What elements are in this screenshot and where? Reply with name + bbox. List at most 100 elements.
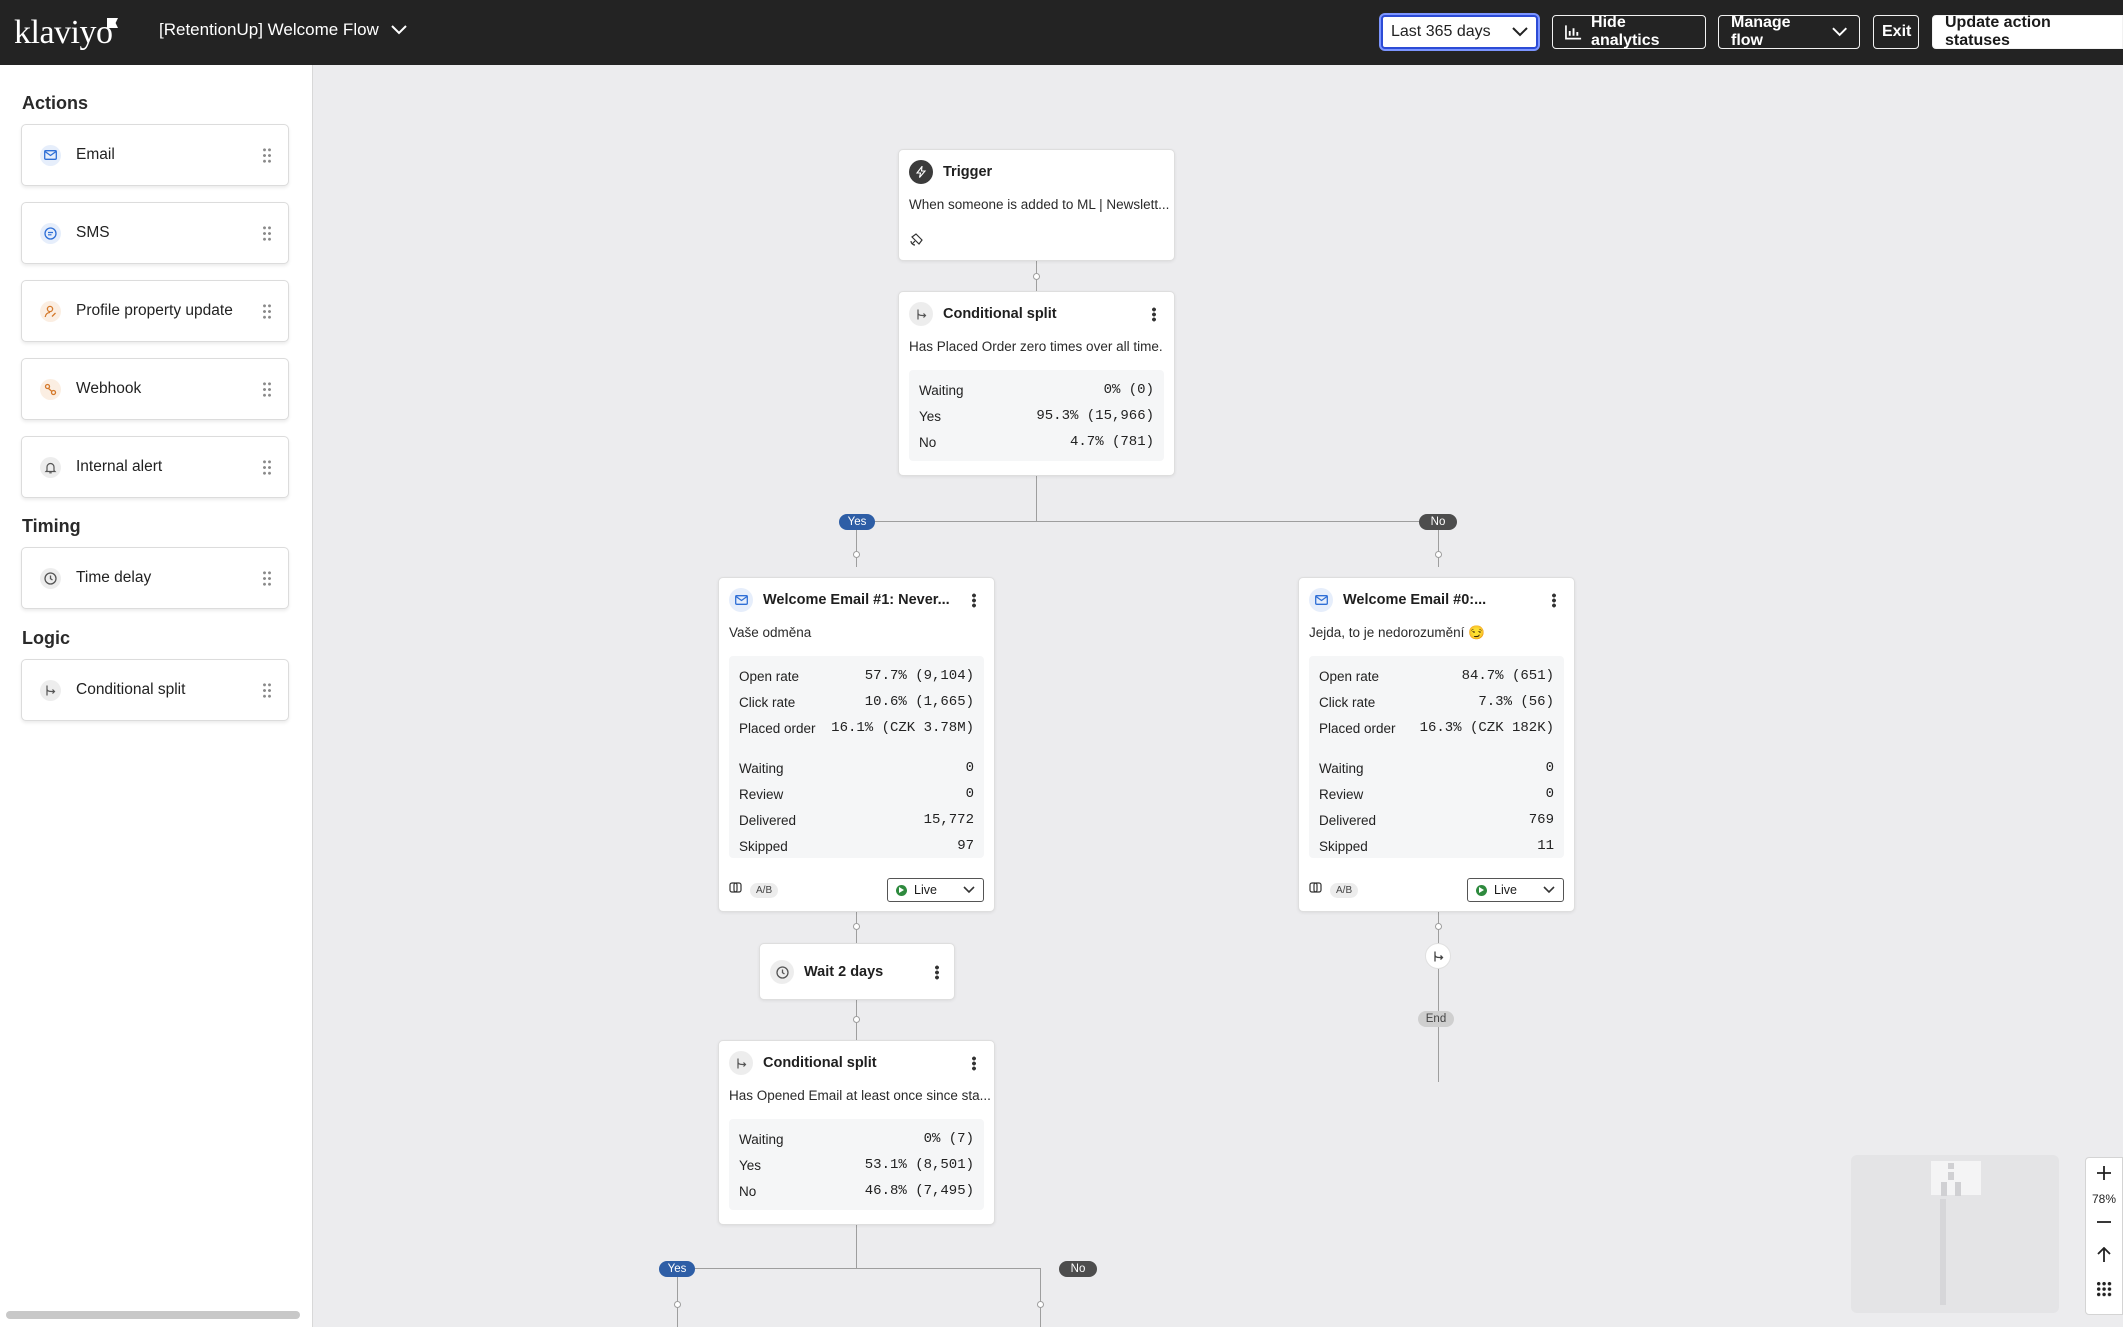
action-card-email[interactable]: Email [21,124,289,186]
trigger-description: When someone is added to ML | Newslett..… [909,197,1170,212]
action-card-profile-property-update[interactable]: Profile property update [21,280,289,342]
node-header: Conditional split [909,302,1057,326]
zoom-in-button[interactable] [2086,1160,2122,1186]
connector-dot[interactable] [853,551,860,558]
connector-line [677,1268,1041,1269]
connector-dot[interactable] [853,1016,860,1023]
more-options-icon[interactable] [1152,307,1156,322]
webhook-icon [40,378,61,400]
chevron-down-icon [1512,27,1528,37]
email-stats: Open rate 57.7% (9,104) Click rate 10.6% (… [729,656,984,858]
manage-flow-button[interactable]: Manage flow [1718,14,1860,49]
minimap[interactable] [1851,1155,2059,1313]
more-options-icon[interactable] [935,965,939,980]
update-statuses-label: Update action statuses [1945,14,2051,49]
mail-icon [729,588,753,612]
conditional-split-node[interactable]: Conditional split Has Opened Email at le… [718,1040,995,1225]
flow-title-dropdown[interactable]: [RetentionUp] Welcome Flow [159,20,407,40]
grid-toggle-button[interactable] [2086,1276,2122,1302]
node-header: Wait 2 days [770,960,883,984]
horizontal-scrollbar[interactable] [6,1311,300,1319]
stat-row-waiting: Waiting 0% (7) [739,1131,974,1147]
drag-handle-icon[interactable] [262,303,271,320]
flow-canvas[interactable]: Yes No End Yes No Trigger When someone i… [313,65,2123,1327]
stat-row-placed-order: Placed order 16.3% (CZK 182K) [1319,720,1554,736]
logo-flag-icon [107,18,118,28]
conditional-split-node[interactable]: Conditional split Has Placed Order zero … [898,291,1175,476]
status-dropdown[interactable]: Live [1467,878,1564,902]
trigger-node[interactable]: Trigger When someone is added to ML | Ne… [898,149,1175,261]
end-badge: End [1418,1011,1454,1027]
grid-icon [2096,1281,2112,1297]
update-action-statuses-button[interactable]: Update action statuses [1932,14,2123,49]
connector-line [1040,1268,1041,1327]
ab-test-icon [1309,881,1322,899]
action-label: Webhook [76,380,142,397]
actions-sidebar: Actions Email SMS Profile property updat… [0,65,313,1327]
exit-label: Exit [1882,23,1912,40]
klaviyo-logo[interactable]: klaviyo [14,14,113,52]
action-card-webhook[interactable]: Webhook [21,358,289,420]
more-options-icon[interactable] [972,1056,976,1071]
connector-dot[interactable] [853,923,860,930]
email-node[interactable]: Welcome Email #1: Never... Vaše odměna O… [718,577,995,912]
split-icon [729,1051,753,1075]
split-title: Conditional split [763,1055,877,1071]
chevron-down-icon [963,886,975,894]
email-stats: Open rate 84.7% (651) Click rate 7.3% (56)… [1309,656,1564,858]
manage-flow-label: Manage flow [1731,14,1791,49]
connector-dot[interactable] [1037,1301,1044,1308]
action-card-sms[interactable]: SMS [21,202,289,264]
action-card-conditional-split[interactable]: Conditional split [21,659,289,721]
minimap-preview [1931,1161,1981,1305]
hide-analytics-button[interactable]: Hide analytics [1552,14,1706,49]
action-label: SMS [76,224,110,241]
zoom-controls: 78% [2085,1157,2123,1315]
zoom-level: 78% [2091,1192,2117,1206]
email-subject: Vaše odměna [729,625,812,640]
connector-line [856,1225,857,1268]
more-options-icon[interactable] [1552,593,1556,608]
stat-row-waiting: Waiting 0 [739,760,974,776]
arrow-up-icon [2097,1247,2111,1262]
date-range-select[interactable]: Last 365 days [1381,15,1538,49]
ab-test-icon [729,881,742,899]
email-node[interactable]: Welcome Email #0:... Jejda, to je nedoro… [1298,577,1575,912]
connector-dot[interactable] [674,1301,681,1308]
email-subject: Jejda, to je nedorozumění 😏 [1309,625,1485,640]
zoom-out-button[interactable] [2086,1209,2122,1235]
plus-icon [2097,1166,2111,1180]
bell-icon [40,456,61,478]
branch-no-badge: No [1419,514,1457,530]
live-status-icon [1476,884,1487,896]
stat-row-waiting: Waiting 0 [1319,760,1554,776]
connector-dot[interactable] [1435,923,1442,930]
exit-button[interactable]: Exit [1873,15,1919,49]
stat-row-delivered: Delivered 15,772 [739,812,974,828]
drag-handle-icon[interactable] [262,225,271,242]
action-card-internal-alert[interactable]: Internal alert [21,436,289,498]
drag-handle-icon[interactable] [262,381,271,398]
split-icon[interactable] [1425,943,1451,969]
scroll-to-top-button[interactable] [2086,1242,2122,1268]
split-icon [909,302,933,326]
connector-dot[interactable] [1033,273,1040,280]
drag-handle-icon[interactable] [262,147,271,164]
node-header: Welcome Email #1: Never... [729,588,950,612]
wait-title: Wait 2 days [804,964,884,980]
email-footer: A/B Live [1309,877,1564,903]
branch-no-badge: No [1059,1261,1097,1277]
ab-badge: A/B [750,882,779,898]
more-options-icon[interactable] [972,593,976,608]
drag-handle-icon[interactable] [262,682,271,699]
stat-row-delivered: Delivered 769 [1319,812,1554,828]
action-label: Profile property update [76,302,233,319]
satellite-icon [910,232,924,251]
node-header: Conditional split [729,1051,877,1075]
time-delay-node[interactable]: Wait 2 days [759,943,955,1000]
action-card-time-delay[interactable]: Time delay [21,547,289,609]
connector-dot[interactable] [1435,551,1442,558]
drag-handle-icon[interactable] [262,570,271,587]
drag-handle-icon[interactable] [262,459,271,476]
status-dropdown[interactable]: Live [887,878,984,902]
